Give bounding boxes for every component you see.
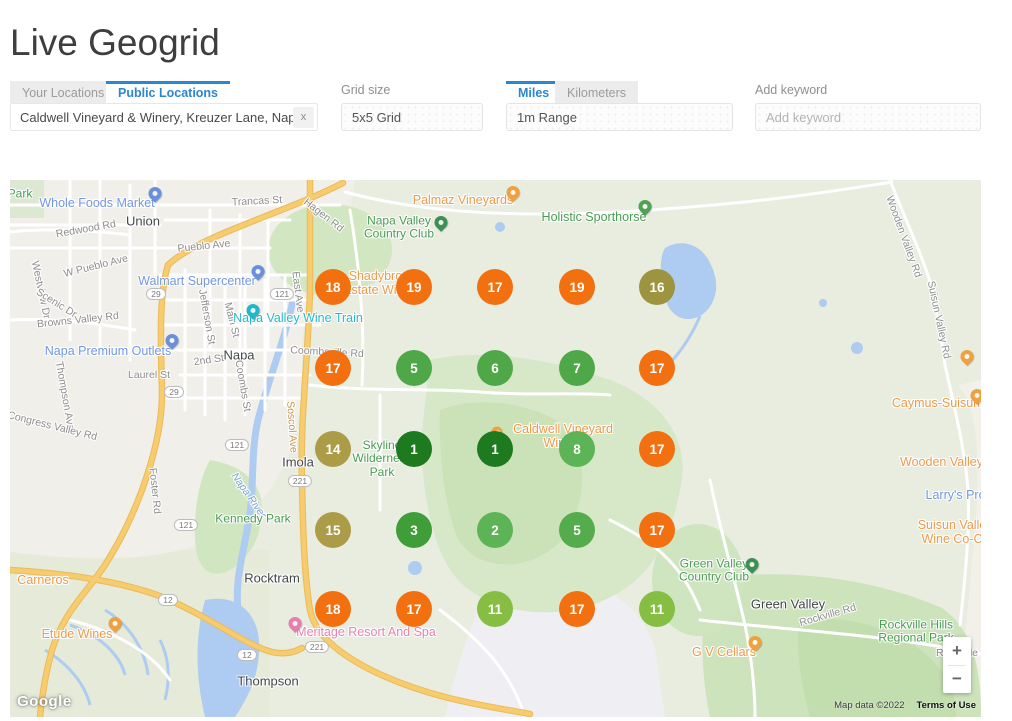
tab-public-locations[interactable]: Public Locations <box>106 81 230 103</box>
grid-marker-layer: 1819171916175671714118171532517181711171… <box>10 180 981 717</box>
grid-rank-marker[interactable]: 19 <box>559 269 595 305</box>
range-select[interactable]: 1m Range <box>506 103 733 131</box>
grid-rank-marker[interactable]: 17 <box>559 591 595 627</box>
grid-rank-marker[interactable]: 7 <box>559 350 595 386</box>
grid-rank-marker[interactable]: 17 <box>639 350 675 386</box>
map-data-text: Map data ©2022 <box>834 700 904 711</box>
grid-size-label: Grid size <box>341 83 390 97</box>
zoom-in-button[interactable]: + <box>943 637 971 665</box>
clear-location-button[interactable]: x <box>293 107 314 128</box>
grid-rank-marker[interactable]: 3 <box>396 512 432 548</box>
zoom-divider <box>948 665 966 666</box>
grid-rank-marker[interactable]: 1 <box>396 431 432 467</box>
keyword-input[interactable] <box>755 103 981 131</box>
grid-rank-marker[interactable]: 6 <box>477 350 513 386</box>
grid-rank-marker[interactable]: 16 <box>639 269 675 305</box>
location-value: Caldwell Vineyard & Winery, Kreuzer Lane… <box>11 110 293 125</box>
add-keyword-label: Add keyword <box>755 83 827 97</box>
grid-rank-marker[interactable]: 14 <box>315 431 351 467</box>
grid-rank-marker[interactable]: 17 <box>477 269 513 305</box>
map-canvas[interactable]: ParkWhole Foods MarketUnionTrancas StHag… <box>10 180 981 717</box>
grid-rank-marker[interactable]: 18 <box>315 269 351 305</box>
location-search-field[interactable]: Caldwell Vineyard & Winery, Kreuzer Lane… <box>10 103 318 131</box>
grid-size-select[interactable]: 5x5 Grid <box>341 103 483 131</box>
grid-rank-marker[interactable]: 11 <box>639 591 675 627</box>
grid-rank-marker[interactable]: 18 <box>315 591 351 627</box>
tab-your-locations[interactable]: Your Locations <box>10 81 116 103</box>
zoom-out-button[interactable]: − <box>943 665 971 693</box>
grid-rank-marker[interactable]: 1 <box>477 431 513 467</box>
grid-rank-marker[interactable]: 2 <box>477 512 513 548</box>
grid-rank-marker[interactable]: 8 <box>559 431 595 467</box>
google-logo[interactable]: Google <box>17 693 72 710</box>
grid-rank-marker[interactable]: 11 <box>477 591 513 627</box>
map-zoom-control: + − <box>943 637 971 693</box>
map-attribution: Map data ©2022 Terms of Use <box>834 700 976 711</box>
tab-kilometers[interactable]: Kilometers <box>555 81 638 103</box>
grid-rank-marker[interactable]: 17 <box>639 431 675 467</box>
grid-rank-marker[interactable]: 15 <box>315 512 351 548</box>
grid-rank-marker[interactable]: 17 <box>639 512 675 548</box>
tab-miles[interactable]: Miles <box>506 81 561 103</box>
grid-rank-marker[interactable]: 17 <box>396 591 432 627</box>
grid-rank-marker[interactable]: 17 <box>315 350 351 386</box>
grid-rank-marker[interactable]: 5 <box>559 512 595 548</box>
live-geogrid-page: Live Geogrid Your Locations Public Locat… <box>0 0 1012 721</box>
page-title: Live Geogrid <box>10 22 220 64</box>
grid-rank-marker[interactable]: 5 <box>396 350 432 386</box>
grid-rank-marker[interactable]: 19 <box>396 269 432 305</box>
terms-of-use-link[interactable]: Terms of Use <box>917 700 976 711</box>
